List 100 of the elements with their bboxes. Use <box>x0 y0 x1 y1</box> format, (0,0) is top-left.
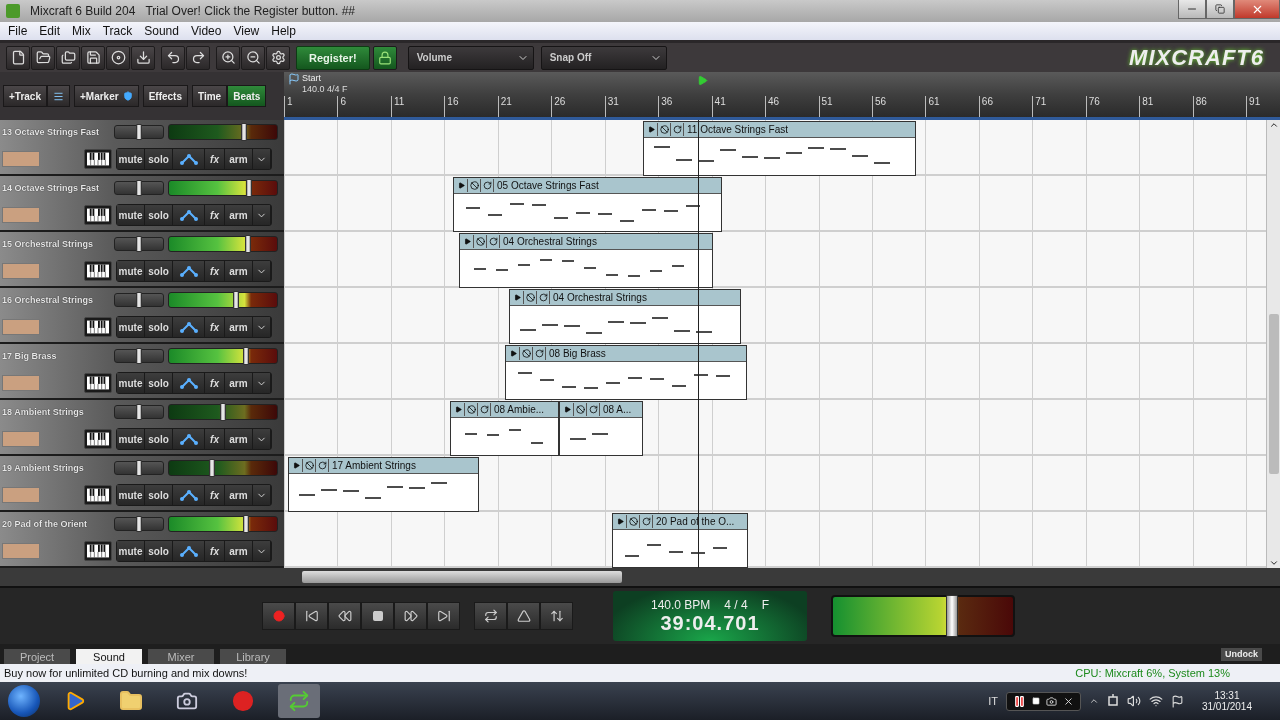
arm-button[interactable]: arm <box>225 205 253 225</box>
menu-item[interactable]: Mix <box>66 24 97 38</box>
menu-item[interactable]: Edit <box>33 24 67 38</box>
mute-button[interactable]: mute <box>117 485 145 505</box>
automation-button[interactable] <box>173 485 205 505</box>
midi-clip[interactable]: 04 Orchestral Strings <box>509 289 741 344</box>
register-button[interactable]: Register! <box>296 45 370 70</box>
loop-button[interactable] <box>479 403 491 416</box>
mode-toggle[interactable]: Time <box>192 85 228 107</box>
automation-button[interactable] <box>173 205 205 225</box>
mute-clip-button[interactable] <box>659 123 671 136</box>
minimize-button[interactable] <box>1178 0 1206 19</box>
midi-clip[interactable]: 05 Octave Strings Fast <box>453 177 722 232</box>
automation-button[interactable] <box>173 429 205 449</box>
arm-button[interactable]: arm <box>225 149 253 169</box>
play-button[interactable] <box>615 515 627 528</box>
keyboard-button[interactable] <box>84 485 112 505</box>
mixdown-button[interactable] <box>540 602 573 630</box>
automation-button[interactable] <box>173 317 205 337</box>
restore-button[interactable] <box>1206 0 1234 19</box>
midi-clip[interactable]: 17 Ambient Strings <box>288 457 479 512</box>
keyboard-button[interactable] <box>84 373 112 393</box>
track-dropdown-button[interactable] <box>253 205 271 225</box>
menu-item[interactable]: Video <box>184 24 228 38</box>
tab[interactable]: Sound <box>76 649 142 664</box>
skip-start-button[interactable] <box>295 602 328 630</box>
loop-button[interactable] <box>488 235 500 248</box>
pan-handle[interactable] <box>136 404 142 420</box>
lock-button[interactable] <box>372 45 397 70</box>
pan-slider[interactable] <box>114 405 164 419</box>
master-volume-handle[interactable] <box>945 595 958 637</box>
save-button[interactable] <box>81 45 105 70</box>
keyboard-button[interactable] <box>84 205 112 225</box>
snap-dropdown[interactable]: Snap Off <box>540 45 667 70</box>
track-dropdown-button[interactable] <box>253 317 271 337</box>
pan-slider[interactable] <box>114 125 164 139</box>
track-dropdown-button[interactable] <box>253 541 271 561</box>
zoom-in-button[interactable] <box>216 45 240 70</box>
loop-button[interactable] <box>538 291 550 304</box>
pan-handle[interactable] <box>136 236 142 252</box>
zoom-out-button[interactable] <box>241 45 265 70</box>
metronome-button[interactable] <box>507 602 540 630</box>
track-dropdown-button[interactable] <box>253 149 271 169</box>
disc-button[interactable] <box>106 45 130 70</box>
solo-button[interactable]: solo <box>145 373 173 393</box>
pan-slider[interactable] <box>114 293 164 307</box>
solo-button[interactable]: solo <box>145 149 173 169</box>
mute-clip-button[interactable] <box>475 235 487 248</box>
arm-button[interactable]: arm <box>225 429 253 449</box>
mute-clip-button[interactable] <box>628 515 640 528</box>
mute-button[interactable]: mute <box>117 149 145 169</box>
tab[interactable]: Project <box>4 649 70 664</box>
undo-button[interactable] <box>161 45 185 70</box>
fast-forward-button[interactable] <box>394 602 427 630</box>
midi-clip[interactable]: 08 A... <box>559 401 643 456</box>
fx-button[interactable]: fx <box>205 373 225 393</box>
pan-slider[interactable] <box>114 181 164 195</box>
fx-button[interactable]: fx <box>205 317 225 337</box>
midi-clip[interactable]: 08 Big Brass <box>505 345 747 400</box>
loop-button[interactable] <box>317 459 329 472</box>
solo-button[interactable]: solo <box>145 429 173 449</box>
close-button[interactable] <box>1234 0 1280 19</box>
tab[interactable]: Library <box>220 649 286 664</box>
pan-slider[interactable] <box>114 237 164 251</box>
export-button[interactable] <box>131 45 155 70</box>
solo-button[interactable]: solo <box>145 317 173 337</box>
keyboard-button[interactable] <box>84 541 112 561</box>
mute-button[interactable]: mute <box>117 317 145 337</box>
loop-button[interactable] <box>641 515 653 528</box>
arm-button[interactable]: arm <box>225 541 253 561</box>
mute-button[interactable]: mute <box>117 429 145 449</box>
scroll-thumb[interactable] <box>302 571 622 583</box>
loop-button[interactable] <box>474 602 507 630</box>
pan-handle[interactable] <box>136 516 142 532</box>
play-button[interactable] <box>462 235 474 248</box>
mute-button[interactable]: mute <box>117 373 145 393</box>
settings-button[interactable] <box>266 45 290 70</box>
midi-clip[interactable]: 04 Orchestral Strings <box>459 233 713 288</box>
midi-clip[interactable]: 11 Octave Strings Fast <box>643 121 916 176</box>
solo-button[interactable]: solo <box>145 541 173 561</box>
stop-button[interactable] <box>361 602 394 630</box>
track-dropdown-button[interactable] <box>253 373 271 393</box>
volume-handle[interactable] <box>242 347 249 365</box>
pan-handle[interactable] <box>136 348 142 364</box>
automation-button[interactable] <box>173 261 205 281</box>
loop-button[interactable] <box>588 403 600 416</box>
add-marker-button[interactable]: +Marker <box>74 85 139 107</box>
menu-item[interactable]: Help <box>265 24 302 38</box>
pan-handle[interactable] <box>136 124 142 140</box>
loop-button[interactable] <box>672 123 684 136</box>
volume-handle[interactable] <box>244 235 251 253</box>
record-button[interactable] <box>262 602 295 630</box>
pan-handle[interactable] <box>136 180 142 196</box>
solo-button[interactable]: solo <box>145 485 173 505</box>
loop-button[interactable] <box>534 347 546 360</box>
redo-button[interactable] <box>186 45 210 70</box>
mute-clip-button[interactable] <box>575 403 587 416</box>
mute-clip-button[interactable] <box>525 291 537 304</box>
pan-slider[interactable] <box>114 517 164 531</box>
fx-button[interactable]: fx <box>205 205 225 225</box>
